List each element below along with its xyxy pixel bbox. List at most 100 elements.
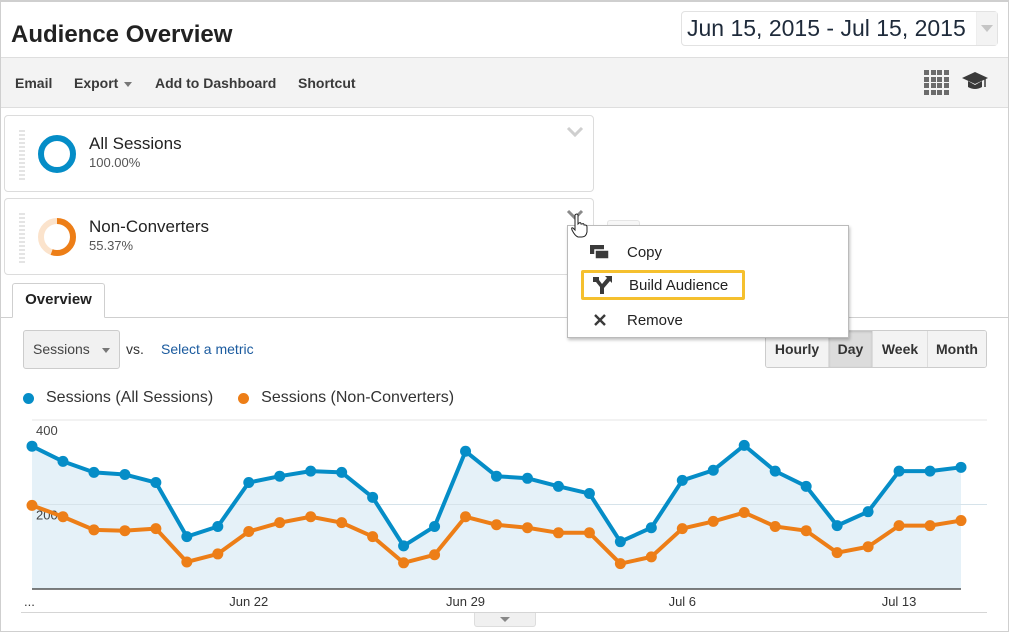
month-button[interactable]: Month: [927, 331, 986, 367]
drag-handle[interactable]: [19, 213, 25, 263]
data-point: [274, 470, 286, 482]
data-point: [645, 522, 657, 534]
data-point: [491, 519, 502, 531]
data-point: [614, 536, 626, 548]
data-point: [119, 469, 131, 481]
metric-select[interactable]: Sessions: [23, 330, 120, 369]
data-point: [491, 470, 502, 482]
copy-icon: [588, 242, 612, 262]
data-point: [150, 477, 162, 489]
data-point: [398, 557, 410, 569]
metric-select-value: Sessions: [33, 341, 90, 357]
date-range-picker[interactable]: Jun 15, 2015 - Jul 15, 2015: [681, 11, 998, 46]
shortcut-button[interactable]: Shortcut: [298, 75, 356, 91]
data-point: [583, 527, 595, 539]
close-icon: [588, 310, 612, 330]
x-tick-label: ...: [24, 594, 35, 609]
menu-item-build-audience[interactable]: Build Audience: [581, 270, 745, 300]
data-point: [398, 540, 410, 552]
data-point: [676, 523, 688, 535]
caret-down-icon: [124, 81, 133, 87]
data-point: [181, 556, 193, 568]
caret-down-icon: [101, 347, 110, 353]
build-audience-icon: [590, 275, 614, 295]
data-point: [583, 488, 595, 500]
data-point: [800, 525, 812, 537]
data-point: [738, 439, 750, 451]
data-point: [707, 515, 719, 527]
select-metric-link[interactable]: Select a metric: [161, 341, 254, 357]
data-point: [336, 517, 348, 529]
data-point: [614, 558, 626, 570]
menu-item-label: Build Audience: [629, 276, 729, 294]
caret-down-icon: [500, 617, 510, 622]
data-point: [305, 465, 317, 477]
export-button[interactable]: Export: [74, 75, 133, 91]
data-point: [119, 525, 131, 537]
segment-card-non-converters[interactable]: Non-Converters 55.37%: [4, 198, 594, 275]
data-point: [243, 526, 255, 538]
data-point: [893, 520, 905, 532]
segment-name: All Sessions: [89, 134, 182, 153]
menu-item-label: Remove: [627, 311, 683, 329]
data-point: [88, 524, 100, 536]
segment-context-menu: Copy Build Audience Remove: [567, 225, 849, 338]
chart-legend: Sessions (All Sessions) Sessions (Non-Co…: [23, 389, 479, 407]
data-point: [955, 461, 967, 473]
add-to-dashboard-button[interactable]: Add to Dashboard: [155, 75, 276, 91]
data-point: [893, 465, 905, 477]
week-button[interactable]: Week: [872, 331, 927, 367]
data-point: [429, 520, 441, 532]
data-point: [831, 547, 843, 559]
data-point: [429, 549, 441, 561]
data-point: [88, 466, 100, 478]
sessions-chart: 200400... Jun 22 Jun 29 Jul 6 Jul 13: [24, 419, 987, 609]
data-point: [552, 527, 564, 539]
export-label: Export: [74, 75, 119, 91]
series-area-0: [32, 445, 961, 589]
grid-icon[interactable]: [924, 70, 949, 95]
chevron-down-icon[interactable]: [976, 12, 997, 45]
data-point: [831, 520, 843, 532]
data-point: [460, 445, 472, 457]
data-point: [800, 480, 812, 492]
data-point: [57, 511, 69, 523]
date-range-text: Jun 15, 2015 - Jul 15, 2015: [687, 15, 966, 41]
data-point: [212, 520, 224, 532]
email-button[interactable]: Email: [15, 75, 52, 91]
data-point: [707, 464, 719, 476]
data-point: [676, 474, 688, 486]
segment-name: Non-Converters: [89, 217, 209, 236]
segment-donut-icon: [38, 218, 76, 256]
data-point: [181, 531, 193, 543]
segment-donut-icon: [38, 135, 76, 173]
chart-expand-handle[interactable]: [474, 613, 536, 627]
data-point: [738, 507, 750, 519]
tab-overview[interactable]: Overview: [12, 283, 105, 318]
data-point: [645, 551, 657, 563]
data-point: [26, 499, 38, 511]
legend-item-all-sessions[interactable]: Sessions (All Sessions): [23, 389, 213, 407]
toolbar: Email Export Add to Dashboard Shortcut: [1, 57, 1008, 108]
chevron-down-icon[interactable]: [566, 126, 584, 138]
x-tick-label: Jul 13: [882, 594, 917, 609]
data-point: [57, 455, 69, 467]
data-point: [521, 522, 533, 534]
menu-item-remove[interactable]: Remove: [582, 305, 744, 335]
data-point: [26, 440, 38, 452]
drag-handle[interactable]: [19, 130, 25, 180]
segment-card-all-sessions[interactable]: All Sessions 100.00%: [4, 115, 594, 192]
x-tick-label: Jun 22: [229, 594, 268, 609]
menu-item-copy[interactable]: Copy: [582, 237, 744, 267]
legend-dot-icon: [238, 392, 250, 404]
legend-item-non-converters[interactable]: Sessions (Non-Converters): [238, 389, 454, 407]
hand-cursor-icon: [571, 213, 588, 238]
data-point: [924, 520, 936, 532]
segment-percent: 100.00%: [89, 155, 141, 170]
graduation-cap-icon[interactable]: [961, 70, 989, 92]
y-tick-label: 400: [36, 423, 58, 438]
legend-label: Sessions (All Sessions): [46, 389, 214, 406]
legend-label: Sessions (Non-Converters): [261, 389, 455, 406]
data-point: [336, 466, 348, 478]
page-title: Audience Overview: [11, 21, 233, 48]
